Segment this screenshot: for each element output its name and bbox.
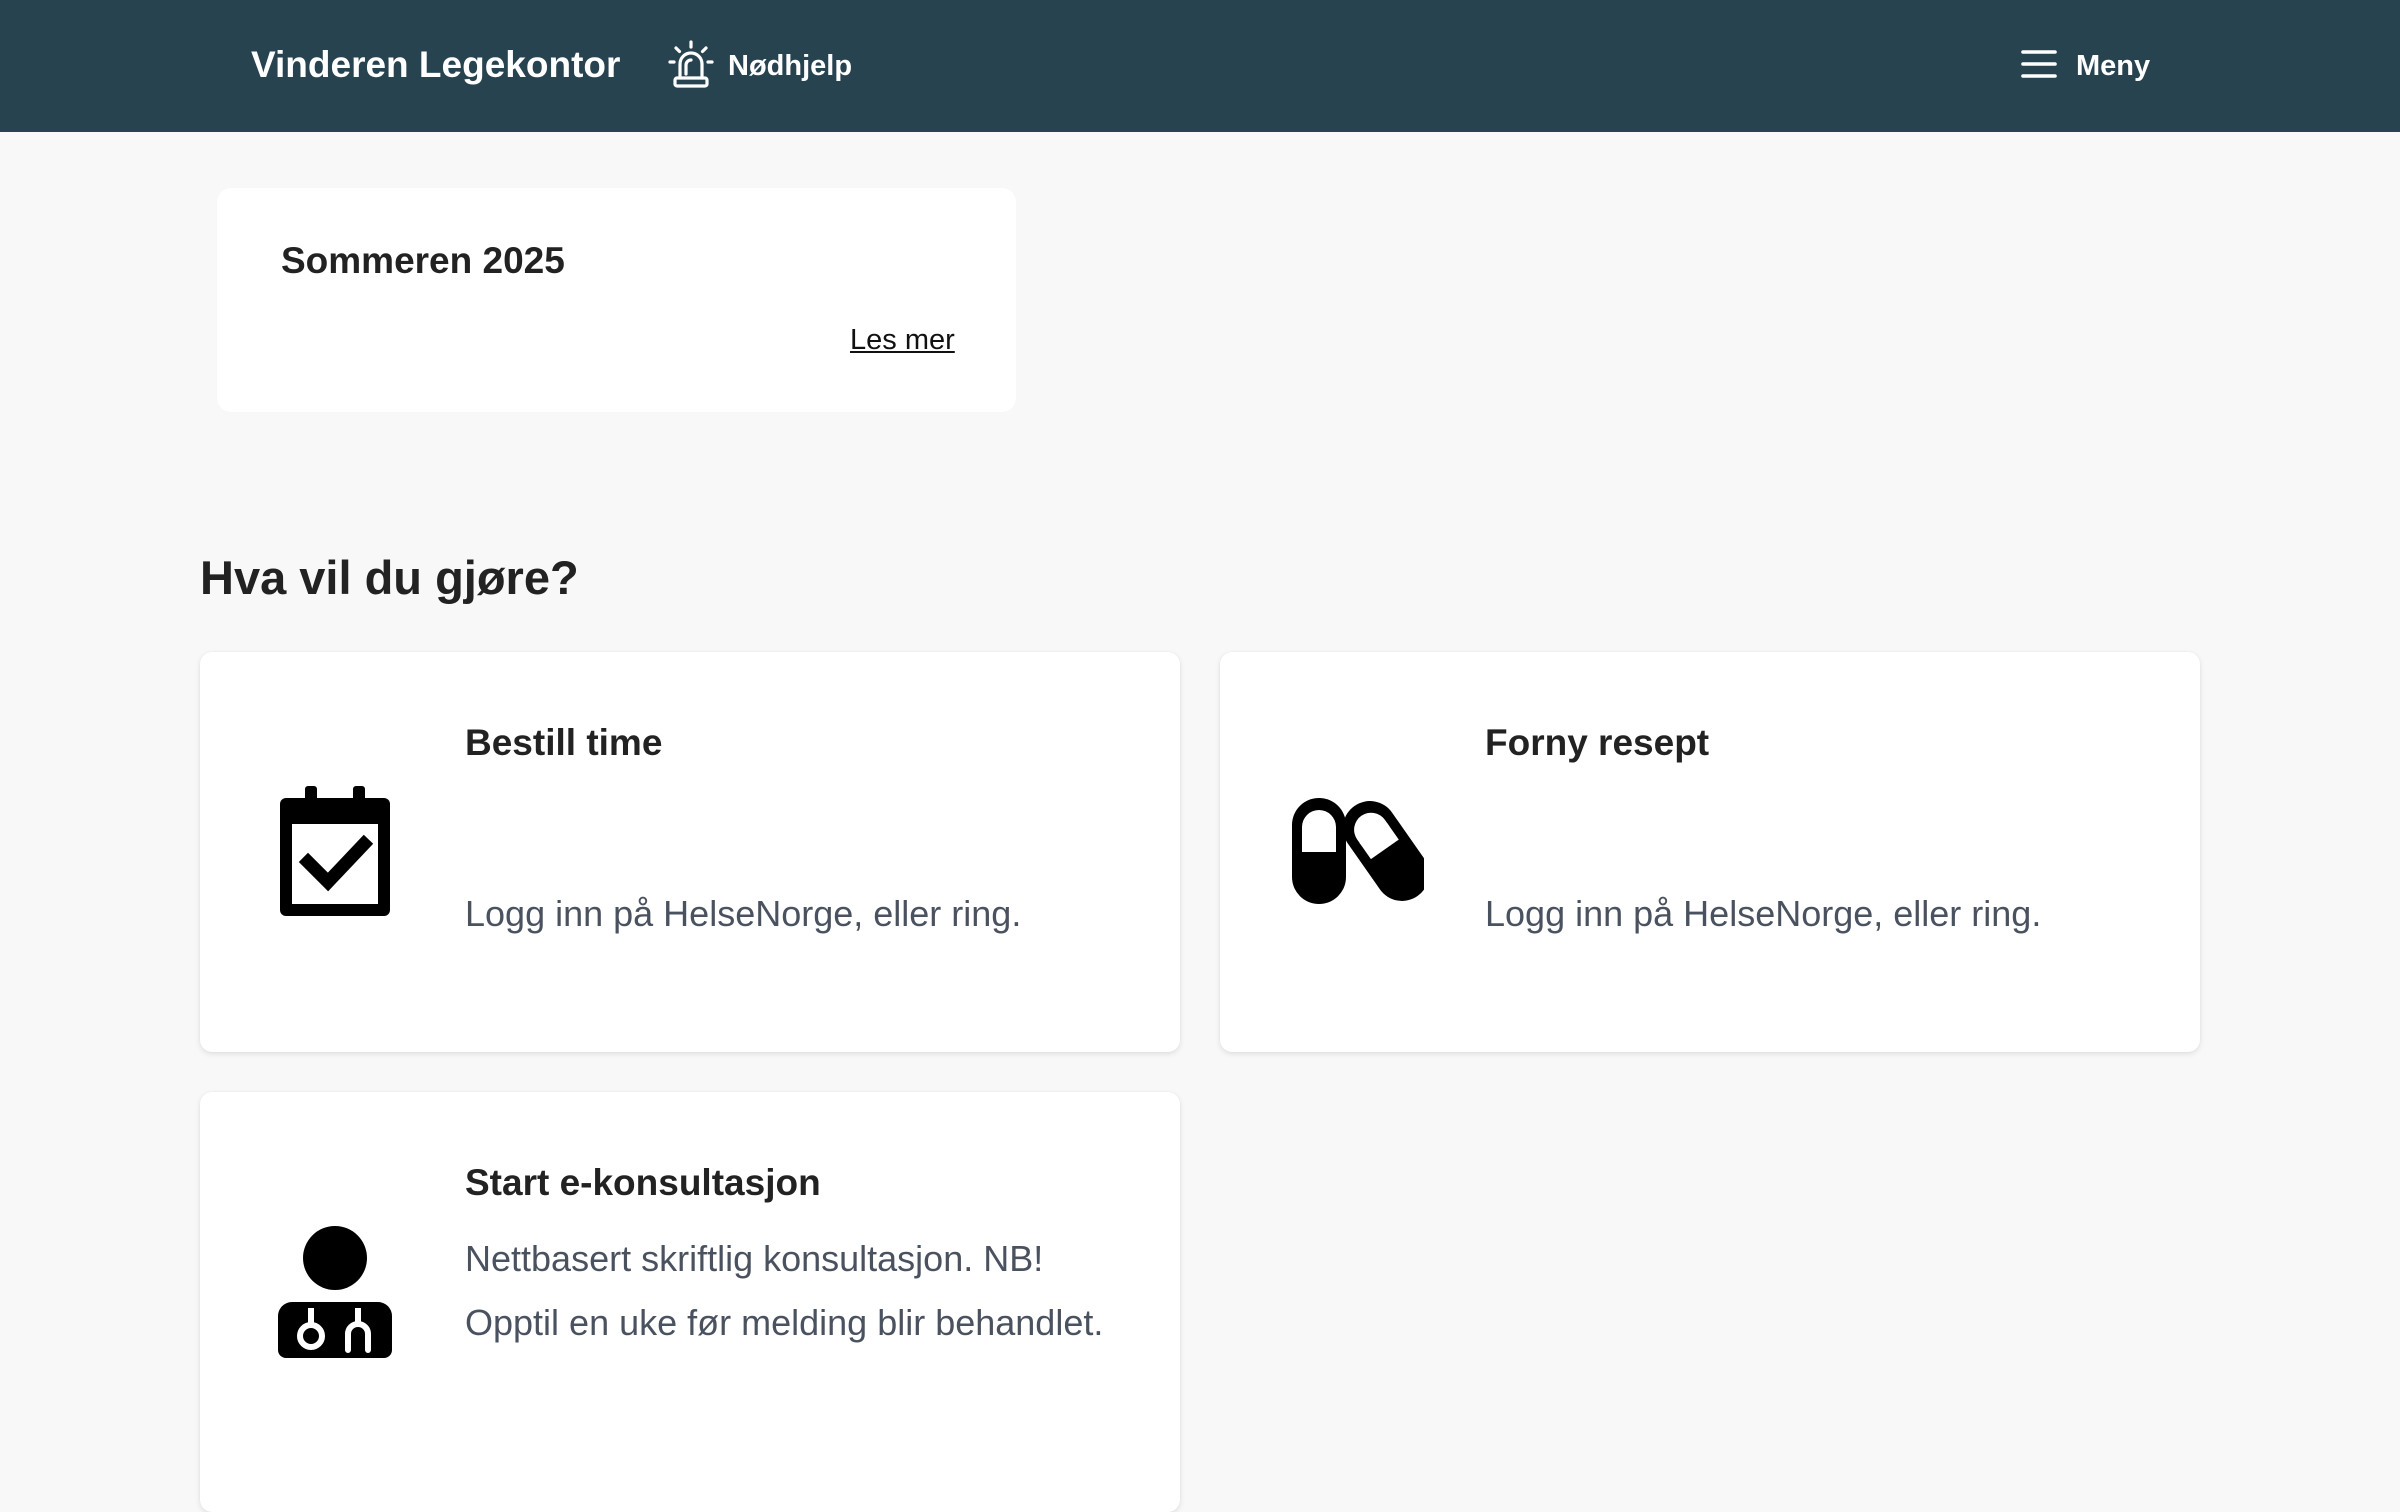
- book-appointment-card[interactable]: Bestill time Logg inn på HelseNorge, ell…: [200, 652, 1180, 1052]
- card-title: Forny resept: [1485, 722, 1710, 763]
- siren-icon: [668, 39, 714, 93]
- top-navigation-bar: Vinderen Legekontor Nødhjelp Meny: [0, 0, 2400, 132]
- card-description: Logg inn på HelseNorge, eller ring.: [465, 893, 1022, 934]
- notice-title: Sommeren 2025: [281, 240, 565, 281]
- section-heading: Hva vil du gjøre?: [200, 551, 579, 604]
- doctor-icon: [278, 1226, 392, 1365]
- read-more-link[interactable]: Les mer: [850, 324, 955, 357]
- calendar-check-icon: [278, 786, 392, 923]
- menu-label: Meny: [2076, 49, 2151, 82]
- emergency-link[interactable]: Nødhjelp: [668, 39, 853, 93]
- menu-button[interactable]: Meny: [2020, 44, 2150, 88]
- notice-card: Sommeren 2025 Les mer: [217, 188, 1016, 412]
- card-description: Logg inn på HelseNorge, eller ring.: [1485, 893, 2042, 934]
- card-description-line: Opptil en uke før melding blir behandlet…: [465, 1302, 1104, 1343]
- renew-prescription-card[interactable]: Forny resept Logg inn på HelseNorge, ell…: [1220, 652, 2200, 1052]
- brand-name[interactable]: Vinderen Legekontor: [251, 44, 620, 86]
- hamburger-icon: [2020, 48, 2058, 85]
- pills-icon: [1290, 796, 1430, 913]
- card-title: Bestill time: [465, 722, 663, 763]
- card-description-line: Nettbasert skriftlig konsultasjon. NB!: [465, 1238, 1044, 1279]
- card-title: Start e-konsultasjon: [465, 1162, 821, 1203]
- emergency-label: Nødhjelp: [728, 49, 853, 82]
- e-consultation-card[interactable]: Start e-konsultasjon Nettbasert skriftli…: [200, 1092, 1180, 1512]
- card-description: Nettbasert skriftlig konsultasjon. NB! O…: [465, 1227, 1165, 1355]
